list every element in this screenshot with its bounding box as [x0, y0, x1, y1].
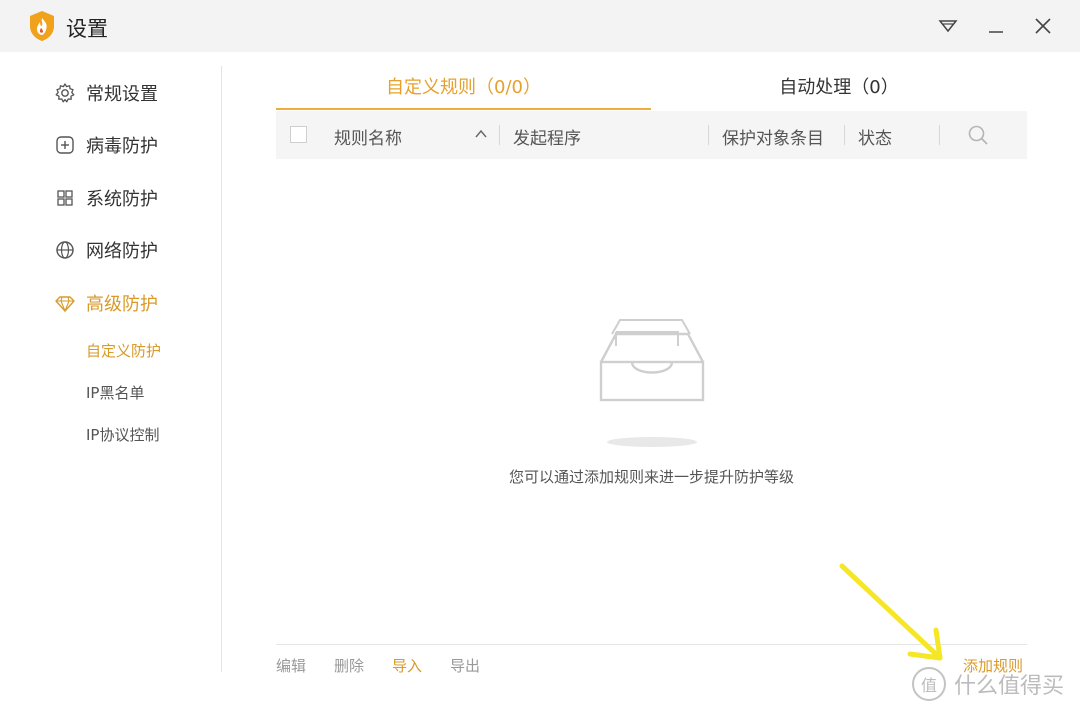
delete-button[interactable]: 删除 [334, 655, 364, 676]
export-button[interactable]: 导出 [450, 655, 480, 676]
windows-grid-icon [54, 187, 76, 209]
column-separator [499, 125, 500, 145]
column-header-rule-name[interactable]: 规则名称 [334, 124, 402, 149]
annotation-arrow-icon [830, 560, 960, 670]
sidebar-item-label: 病毒防护 [86, 136, 158, 157]
sidebar-item-general-settings[interactable]: 常规设置 [54, 78, 158, 108]
watermark-text: 什么值得买 [954, 674, 1065, 699]
sidebar-subitem-custom-protection[interactable]: 自定义防护 [86, 340, 161, 361]
plus-square-icon [54, 134, 76, 156]
sidebar-subitem-ip-blacklist[interactable]: IP黑名单 [86, 382, 144, 403]
chevron-up-icon[interactable] [474, 127, 488, 141]
sidebar-item-label: 网络防护 [86, 241, 158, 262]
sidebar-item-network-protection[interactable]: 网络防护 [54, 235, 158, 265]
sidebar-item-label: 系统防护 [86, 189, 158, 210]
watermark: 值 什么值得买 [912, 664, 1064, 704]
close-icon[interactable] [1031, 14, 1055, 38]
column-header-initiator: 发起程序 [513, 129, 581, 149]
shield-flame-logo [28, 10, 56, 42]
sidebar-item-system-protection[interactable]: 系统防护 [54, 183, 158, 213]
tab-custom-rules[interactable]: 自定义规则（0/0） [276, 74, 651, 108]
edit-button[interactable]: 编辑 [276, 655, 306, 676]
column-header-status: 状态 [858, 129, 892, 149]
column-header-protected-items: 保护对象条目 [722, 129, 824, 149]
sidebar-item-advanced-protection[interactable]: 高级防护 [54, 288, 158, 318]
sidebar-item-label: 常规设置 [86, 84, 158, 105]
column-separator [708, 125, 709, 145]
diamond-icon [54, 292, 76, 314]
globe-icon [54, 239, 76, 261]
column-separator [844, 125, 845, 145]
watermark-logo-icon: 值 [912, 667, 946, 701]
minimize-icon[interactable] [984, 14, 1008, 38]
sidebar-subitem-ip-protocol-control[interactable]: IP协议控制 [86, 424, 159, 445]
dropdown-menu-icon[interactable] [936, 14, 960, 38]
sidebar-item-virus-protection[interactable]: 病毒防护 [54, 130, 158, 160]
tab-auto-handling[interactable]: 自动处理（0） [651, 74, 1027, 108]
sidebar-divider [221, 66, 222, 672]
import-button[interactable]: 导入 [392, 655, 422, 676]
empty-state-message: 您可以通过添加规则来进一步提升防护等级 [508, 468, 794, 486]
active-tab-indicator [276, 108, 651, 110]
table-header: 规则名称 发起程序 保护对象条目 状态 [276, 111, 1027, 159]
window-title: 设置 [66, 17, 108, 41]
select-all-checkbox[interactable] [290, 126, 307, 143]
sidebar-item-label: 高级防护 [86, 294, 158, 315]
empty-inbox-icon [592, 312, 712, 452]
gear-icon [54, 82, 76, 104]
column-separator [939, 125, 940, 145]
search-icon[interactable] [966, 123, 990, 147]
title-bar: 设置 [0, 0, 1080, 52]
